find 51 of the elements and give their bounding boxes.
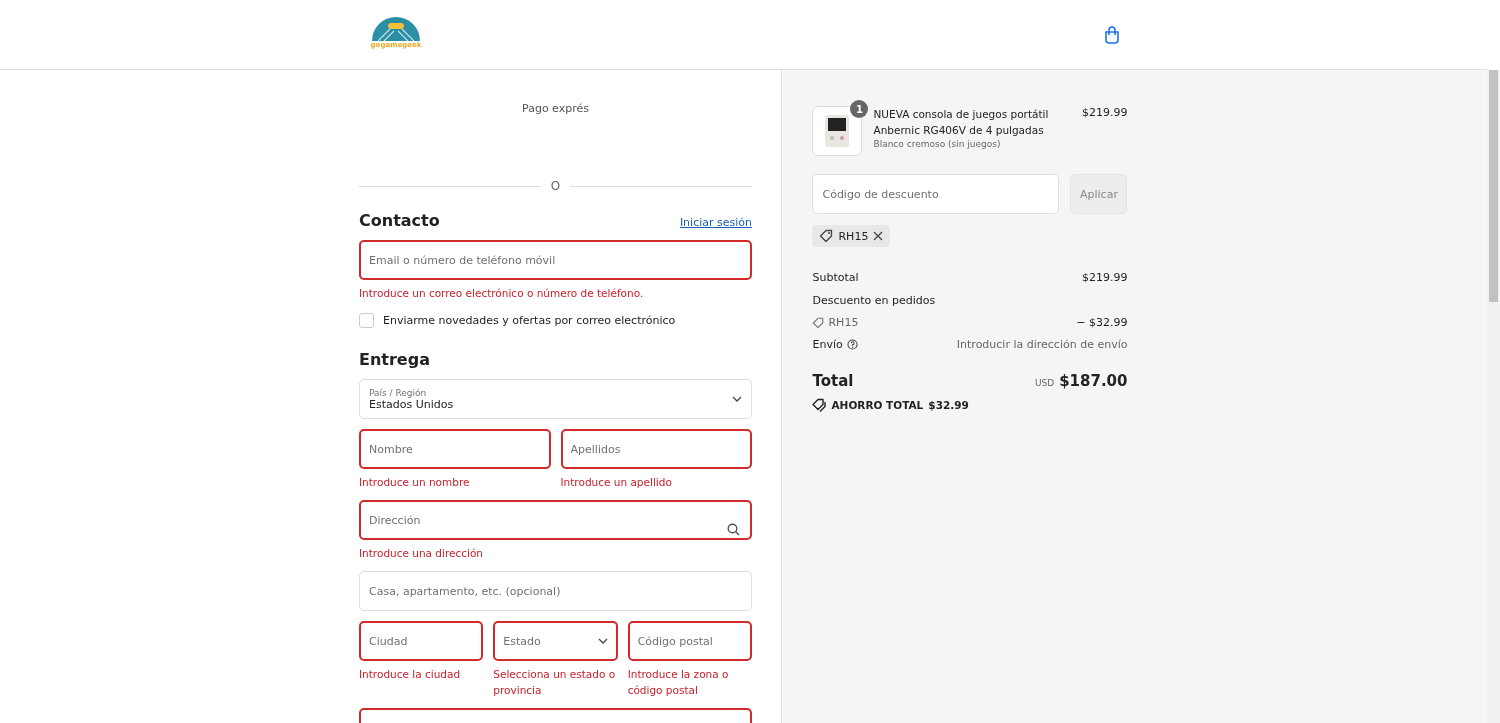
summary-label: Subtotal — [812, 271, 859, 284]
input-field[interactable]: Ciudad — [359, 621, 484, 661]
close-icon[interactable] — [873, 231, 884, 241]
summary-value: − $32.99 — [1076, 316, 1128, 329]
input-field[interactable]: Apellidos — [560, 429, 752, 469]
error-message: Selecciona un estado o provincia — [493, 667, 617, 698]
dropdown-field[interactable]: País / Región Estados Unidos — [359, 379, 752, 419]
checkbox-label: Enviarme novedades y ofertas por correo electrónico — [383, 314, 676, 327]
help-icon[interactable] — [846, 339, 858, 350]
error-message: Introduce un correo electrónico o número de teléfono. — [359, 286, 645, 301]
error-message: Introduce una dirección — [359, 546, 485, 561]
login-link[interactable]: Iniciar sesión — [679, 216, 752, 229]
discount-code: RH15 — [828, 316, 859, 329]
section-heading: Contacto — [359, 211, 440, 230]
input-field[interactable]: Email o número de teléfono móvil — [359, 240, 752, 280]
scrollbar[interactable] — [1487, 70, 1500, 723]
handheld-console-icon — [824, 114, 851, 148]
summary-value: $219.99 — [1081, 271, 1128, 284]
shopping-bag-icon[interactable] — [1104, 26, 1120, 44]
search-icon[interactable] — [727, 523, 740, 536]
product-price: $219.99 — [1081, 106, 1128, 119]
express-checkout-title: Pago exprés — [521, 102, 590, 115]
product-name: NUEVA consola de juegos portátil Anbernic RG406V de 4 pulgadas — [873, 107, 1050, 138]
currency-code: USD — [1034, 378, 1055, 388]
tag-icon — [812, 316, 825, 329]
product-variant: Blanco cremoso (sin juegos) — [873, 139, 1002, 149]
discount-code: RH15 — [838, 229, 869, 243]
checkbox[interactable] — [359, 313, 374, 328]
error-message: Introduce un nombre — [359, 475, 471, 490]
summary-label: Descuento en pedidos — [812, 294, 936, 307]
search-field[interactable]: Dirección — [359, 500, 752, 540]
section-heading: Entrega — [359, 350, 431, 369]
summary-label: Envío — [812, 338, 843, 351]
summary-value: Introducir la dirección de envío — [956, 338, 1128, 351]
total-amount: $187.00 — [1059, 372, 1128, 390]
total-label: Total — [812, 372, 854, 390]
savings-amount: $32.99 — [928, 399, 969, 411]
logo-icon — [370, 17, 422, 41]
divider-label: O — [550, 179, 561, 193]
savings-label: AHORRO TOTAL — [831, 399, 924, 411]
error-message: Introduce un apellido — [560, 475, 673, 490]
error-message: Introduce la ciudad — [359, 667, 462, 682]
input-field[interactable]: Código postal — [627, 621, 752, 661]
dropdown-field[interactable]: Estado — [493, 621, 618, 661]
error-message: Introduce la zona o código postal — [627, 667, 730, 698]
tag-icon — [812, 398, 827, 412]
chevron-down-icon — [597, 638, 608, 644]
tag-icon — [819, 229, 834, 243]
input-field[interactable]: Nombre — [359, 429, 551, 469]
quantity-badge: 1 — [850, 100, 869, 118]
chevron-down-icon — [732, 396, 742, 402]
